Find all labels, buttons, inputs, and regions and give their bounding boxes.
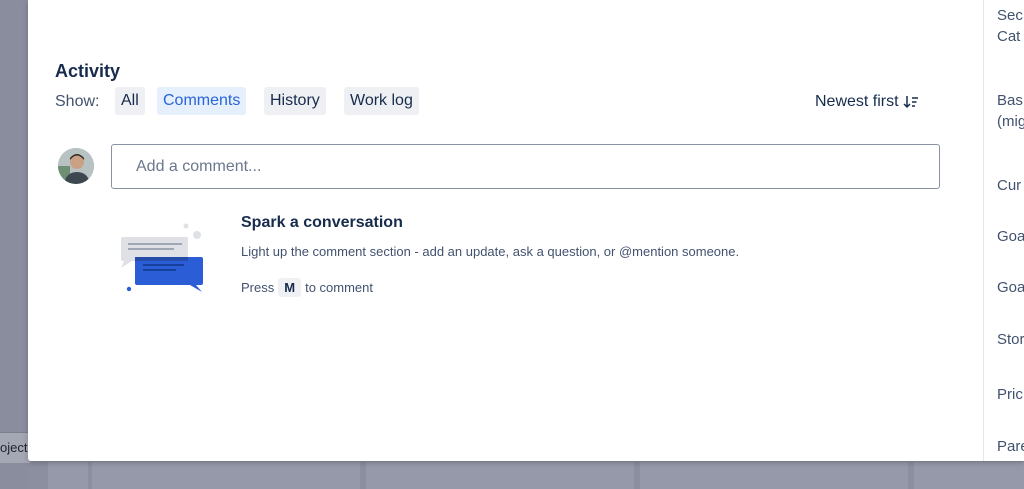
field-label: Sec: [997, 7, 1023, 24]
shortcut-key: M: [278, 278, 302, 297]
comment-input[interactable]: Add a comment...: [111, 144, 940, 189]
show-label: Show:: [55, 93, 100, 110]
field-label: Goa: [997, 228, 1024, 245]
press-suffix: to comment: [305, 280, 373, 295]
field-label: Pare: [997, 438, 1024, 455]
press-prefix: Press: [241, 280, 275, 295]
avatar: [58, 148, 94, 184]
field-label: Cur: [997, 177, 1022, 194]
panel-divider: [983, 0, 984, 461]
field-label: Goa: [997, 279, 1024, 296]
background-column: [640, 462, 908, 489]
field-label: Bas: [997, 92, 1023, 109]
field-label: Stor: [997, 331, 1024, 348]
user-photo-icon: [58, 148, 94, 184]
comment-placeholder: Add a comment...: [136, 158, 262, 175]
background-column: [48, 462, 88, 489]
filter-history-button[interactable]: History: [264, 87, 326, 115]
background-project-label: oject: [0, 432, 30, 463]
activity-title: Activity: [55, 61, 121, 81]
issue-modal: Activity Show: All Comments History Work…: [28, 0, 1024, 461]
empty-state-description: Light up the comment section - add an up…: [241, 244, 740, 259]
conversation-illustration: [121, 223, 203, 292]
sort-label: Newest first: [815, 93, 899, 110]
filter-all-button[interactable]: All: [115, 87, 145, 115]
keyboard-shortcut-hint: Press M to comment: [241, 278, 373, 297]
field-label: (mig: [997, 113, 1024, 130]
empty-state-title: Spark a conversation: [241, 214, 403, 231]
sort-descending-icon: [903, 96, 918, 109]
background-column: [92, 462, 360, 489]
background-column: [914, 462, 1024, 489]
filter-worklog-button[interactable]: Work log: [344, 87, 419, 115]
field-label: Cat: [997, 28, 1021, 45]
sort-button[interactable]: Newest first: [815, 93, 919, 111]
background-column: [366, 462, 634, 489]
filter-comments-button[interactable]: Comments: [157, 87, 247, 115]
field-label: Pric: [997, 386, 1023, 403]
background-overlay: [0, 0, 28, 489]
